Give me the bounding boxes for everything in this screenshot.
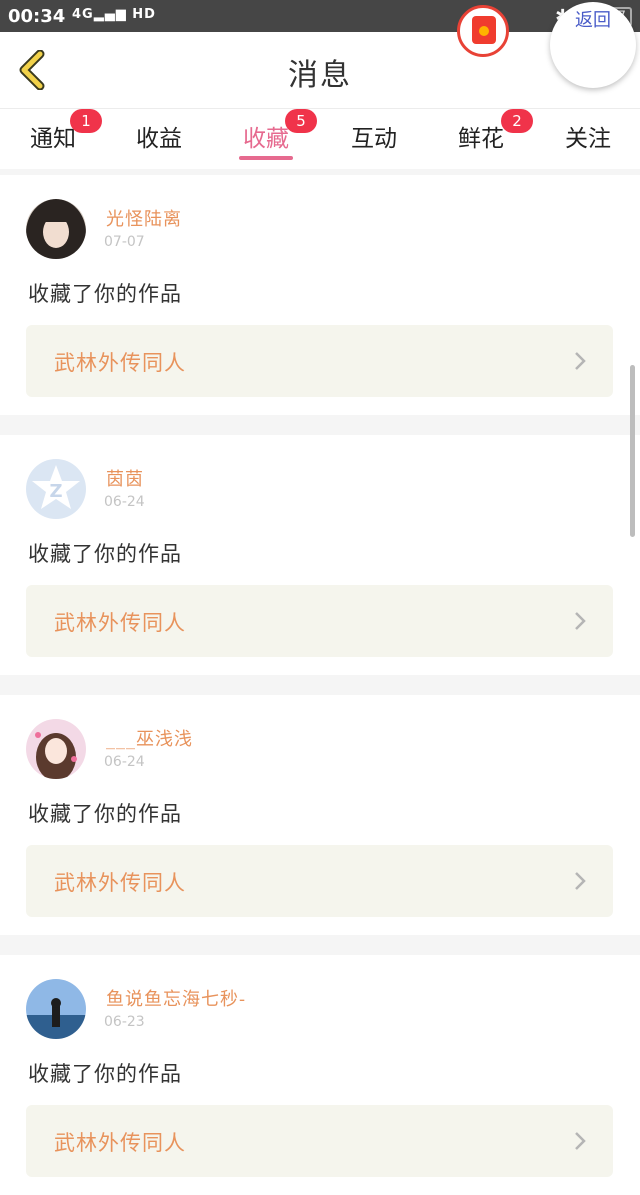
header: 消息 [0, 32, 640, 109]
avatar[interactable] [26, 979, 86, 1039]
message-text: 收藏了你的作品 [28, 542, 182, 566]
tab-follow[interactable]: 关注 [553, 119, 623, 159]
tab-label: 通知 [30, 126, 76, 152]
tab-label: 鲜花 [458, 126, 504, 152]
message-date: 07-07 [104, 234, 145, 250]
svg-text:Z: Z [49, 481, 62, 502]
message-date: 06-24 [104, 494, 145, 510]
tab-label: 收益 [136, 126, 182, 152]
tab-notice[interactable]: 通知 1 [18, 109, 102, 159]
work-link[interactable]: 武林外传同人 [26, 845, 613, 917]
message-text: 收藏了你的作品 [28, 802, 182, 826]
tab-label: 关注 [565, 126, 611, 152]
avatar[interactable] [26, 199, 86, 259]
status-bar: 00:34 4G▂▄▆ HD ✱ ☊ 17 [0, 0, 640, 32]
red-packet-icon[interactable] [457, 5, 509, 57]
message-tabs: 通知 1 收益 收藏 5 互动 鲜花 2 关注 [0, 109, 640, 169]
list-item: 鱼说鱼忘海七秒- 06-23 收藏了你的作品 武林外传同人 [0, 955, 640, 1195]
avatar[interactable] [26, 719, 86, 779]
chevron-right-icon [575, 612, 586, 630]
message-date: 06-23 [104, 1014, 145, 1030]
message-text: 收藏了你的作品 [28, 282, 182, 306]
username[interactable]: 鱼说鱼忘海七秒- [106, 985, 246, 1011]
message-date: 06-24 [104, 754, 145, 770]
status-time: 00:34 [8, 6, 66, 27]
chevron-right-icon [575, 1132, 586, 1150]
tab-interactions[interactable]: 互动 [339, 119, 409, 159]
unread-badge: 5 [285, 109, 317, 133]
scrollbar[interactable] [630, 365, 635, 537]
chevron-right-icon [575, 352, 586, 370]
tab-flowers[interactable]: 鲜花 2 [446, 109, 533, 159]
unread-badge: 2 [501, 109, 533, 133]
network-type: 4G [72, 7, 94, 22]
signal-icon: 4G▂▄▆ HD [72, 7, 156, 22]
chevron-right-icon [575, 872, 586, 890]
work-link[interactable]: 武林外传同人 [26, 325, 613, 397]
list-item: 光怪陆离 07-07 收藏了你的作品 武林外传同人 [0, 175, 640, 415]
work-title: 武林外传同人 [54, 1131, 186, 1155]
active-tab-indicator [239, 156, 293, 160]
unread-badge: 1 [70, 109, 102, 133]
hd-label: HD [132, 7, 156, 22]
list-item: Z 茵茵 06-24 收藏了你的作品 武林外传同人 [0, 435, 640, 675]
tab-label: 互动 [351, 126, 397, 152]
return-button[interactable]: 返回 [550, 2, 636, 88]
work-title: 武林外传同人 [54, 351, 186, 375]
tab-favorites[interactable]: 收藏 5 [231, 109, 317, 160]
tab-earnings[interactable]: 收益 [124, 119, 194, 159]
username[interactable]: 茵茵 [106, 465, 144, 491]
work-title: 武林外传同人 [54, 611, 186, 635]
avatar[interactable]: Z [26, 459, 86, 519]
list-item: ___巫浅浅 06-24 收藏了你的作品 武林外传同人 [0, 695, 640, 935]
tab-label: 收藏 [243, 126, 289, 152]
message-text: 收藏了你的作品 [28, 1062, 182, 1086]
work-link[interactable]: 武林外传同人 [26, 1105, 613, 1177]
page-title: 消息 [288, 58, 352, 93]
work-title: 武林外传同人 [54, 871, 186, 895]
work-link[interactable]: 武林外传同人 [26, 585, 613, 657]
username[interactable]: ___巫浅浅 [106, 725, 193, 751]
username[interactable]: 光怪陆离 [106, 205, 182, 231]
return-label: 返回 [575, 10, 611, 31]
